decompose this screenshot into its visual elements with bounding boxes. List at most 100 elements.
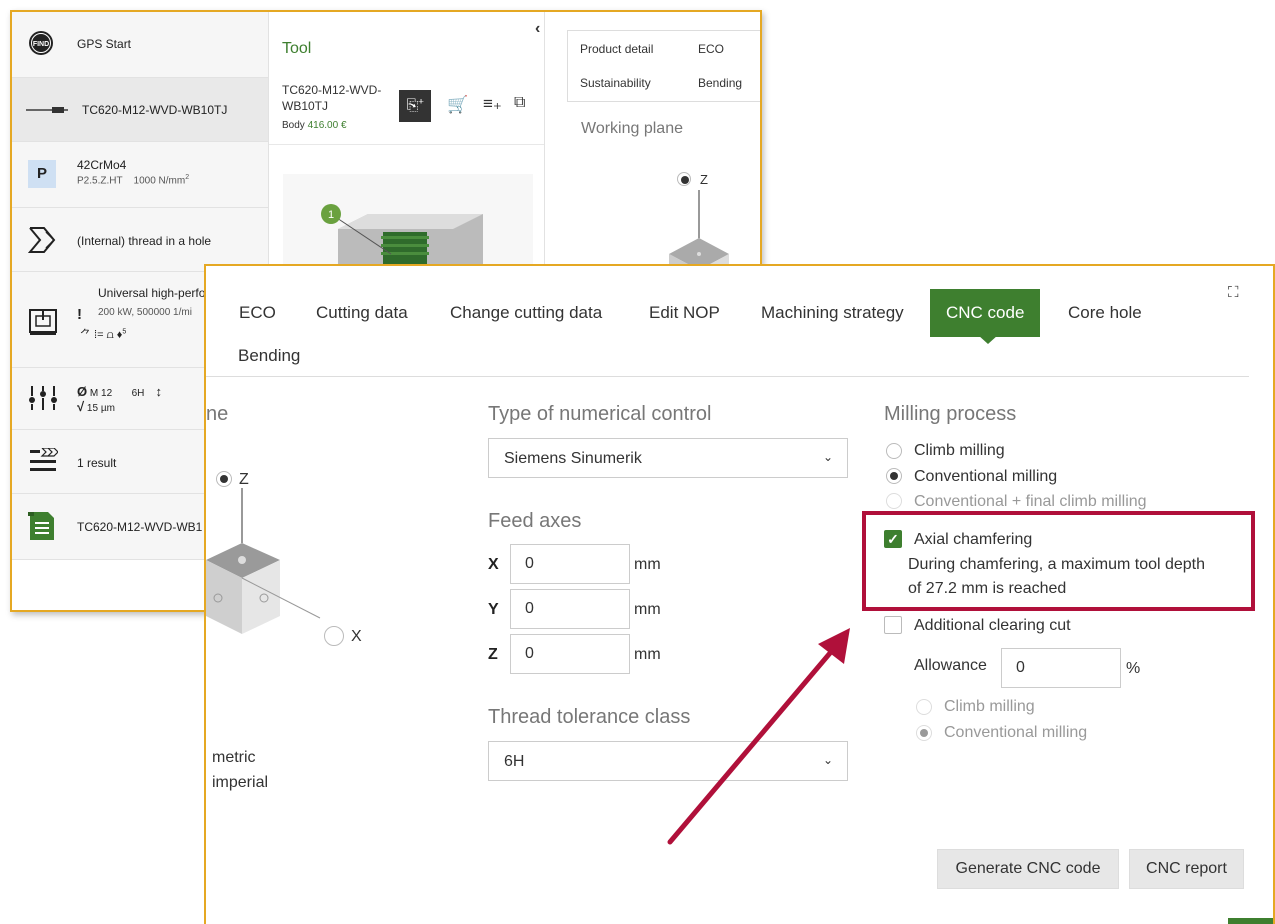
thread-tolerance-value: 6H <box>504 753 525 770</box>
roughness-icon: √ <box>77 399 85 414</box>
material-badge: P <box>28 160 56 188</box>
add-to-list-icon[interactable]: ≡₊ <box>483 94 502 114</box>
feed-y-unit: mm <box>634 601 661 618</box>
cnc-report-button[interactable]: CNC report <box>1129 849 1244 889</box>
tab-eco[interactable]: ECO <box>239 303 276 323</box>
machine-name: Universal high-perfo <box>98 286 206 300</box>
axis-x-label: X <box>351 628 362 645</box>
depth-arrow-icon: ↕ <box>155 384 163 399</box>
conventional-milling-radio[interactable] <box>886 468 902 484</box>
feed-z-unit: mm <box>634 646 661 663</box>
machine-feature-icons: ⺈ ⁞= ⩍ ♦5 <box>80 326 126 342</box>
highlight-box <box>862 511 1255 611</box>
working-plane-cube-illustration <box>206 488 321 634</box>
tool-name-line-1: TC620-M12-WVD- <box>282 83 382 97</box>
sub-climb-milling-label: Climb milling <box>944 698 1035 715</box>
working-plane-heading: Working plane <box>581 120 683 137</box>
thread-specs: Ø M 12 6H ↕ √ 15 µm <box>77 384 162 414</box>
machine-specs: 200 kW, 500000 1/mi <box>98 307 192 318</box>
tool-price: Body 416.00 € <box>282 120 347 131</box>
climb-milling-radio[interactable] <box>886 443 902 459</box>
material-code: P2.5.Z.HT <box>77 175 123 187</box>
tab-cnc-code[interactable]: CNC code <box>930 289 1041 337</box>
price-value: 416.00 € <box>307 120 347 131</box>
sidebar-item-material[interactable]: P 42CrMo4 P2.5.Z.HT 1000 N/mm2 <box>12 142 268 208</box>
sub-climb-milling-radio[interactable] <box>916 699 932 715</box>
sub-conventional-milling-radio[interactable] <box>916 725 932 741</box>
milling-process-heading: Milling process <box>884 403 1017 425</box>
machine-features-sup: 5 <box>122 328 127 336</box>
unit-metric-option[interactable]: metric <box>212 749 256 767</box>
feed-x-input[interactable]: 0 <box>510 544 630 584</box>
nc-type-select[interactable]: Siemens Sinumerik ⌄ <box>488 438 848 478</box>
add-tool-button[interactable]: ⎘⁺ <box>399 90 431 122</box>
tool-heading: Tool <box>282 40 312 57</box>
chevron-down-icon: ⌄ <box>822 450 833 464</box>
conventional-final-climb-label: Conventional + final climb milling <box>914 493 1147 510</box>
tab-change-cutting-data[interactable]: Change cutting data <box>450 303 602 323</box>
callout-marker: 1 <box>328 209 334 221</box>
material-name: 42CrMo4 <box>77 158 127 172</box>
tab-machining-strategy[interactable]: Machining strategy <box>761 303 904 323</box>
axis-z-label: Z <box>239 471 249 488</box>
sidebar-item-gps-start[interactable]: FIND GPS Start <box>12 12 268 78</box>
find-icon: FIND <box>29 31 53 55</box>
collapse-chevron-icon[interactable]: ‹ <box>535 20 540 38</box>
tab-product-detail[interactable]: Product detail <box>580 42 653 56</box>
material-spec: P2.5.Z.HT 1000 N/mm2 <box>77 174 189 186</box>
climb-milling-label: Climb milling <box>914 442 1005 459</box>
material-info: 42CrMo4 P2.5.Z.HT 1000 N/mm2 <box>77 158 189 186</box>
tool-add-icon: ⎘⁺ <box>406 97 424 114</box>
tab-edit-nop[interactable]: Edit NOP <box>649 303 720 323</box>
feed-z-input[interactable]: 0 <box>510 634 630 674</box>
add-to-cart-icon[interactable]: 🛒 <box>447 95 468 115</box>
svg-text:FIND: FIND <box>33 41 49 48</box>
tool-thumbnail-icon <box>26 107 68 113</box>
external-link-icon[interactable]: ⧉ <box>514 94 525 112</box>
conventional-milling-label: Conventional milling <box>914 468 1058 485</box>
clearing-cut-checkbox[interactable] <box>884 616 902 634</box>
conventional-final-climb-radio[interactable] <box>886 493 902 509</box>
sidebar-item-label: TC620-M12-WVD-WB1 <box>77 520 203 534</box>
feed-x-unit: mm <box>634 556 661 573</box>
fullscreen-icon[interactable]: ⛶ <box>1228 284 1239 301</box>
sidebar-item-label: (Internal) thread in a hole <box>77 234 212 248</box>
tab-bending[interactable]: Bending <box>698 76 742 90</box>
tab-divider <box>206 376 1249 377</box>
machine-icon <box>29 309 57 335</box>
thread-operation-icon <box>28 227 56 253</box>
tool-name: TC620-M12-WVD- WB10TJ <box>282 82 381 114</box>
highlight-arrow <box>667 628 850 845</box>
detail-tab-bar: Product detail ECO Sustainability Bendin… <box>567 30 760 102</box>
price-label: Body <box>282 120 305 131</box>
plane-z-radio[interactable] <box>677 172 691 186</box>
generate-cnc-code-button[interactable]: Generate CNC code <box>937 849 1119 889</box>
allowance-input[interactable]: 0 <box>1001 648 1121 688</box>
machine-features: ⺈ ⁞= ⩍ ♦ <box>80 329 123 341</box>
thread-roughness: 15 µm <box>86 403 115 414</box>
sidebar-item-operation[interactable]: (Internal) thread in a hole <box>12 208 268 272</box>
feed-z-label: Z <box>488 646 498 663</box>
feed-axes-heading: Feed axes <box>488 510 582 532</box>
sidebar-item-tool[interactable]: TC620-M12-WVD-WB10TJ <box>12 78 268 142</box>
nc-type-heading: Type of numerical control <box>488 403 712 425</box>
tab-cutting-data[interactable]: Cutting data <box>316 303 408 323</box>
material-strength: 1000 N/mm <box>133 175 186 187</box>
material-strength-sup: 2 <box>185 174 190 181</box>
tab-core-hole[interactable]: Core hole <box>1068 303 1142 323</box>
plane-x-radio[interactable] <box>324 626 344 646</box>
confirm-button-edge[interactable] <box>1228 918 1273 924</box>
tab-bending[interactable]: Bending <box>238 346 300 366</box>
active-tab-pointer <box>978 335 998 344</box>
sub-conventional-milling-label: Conventional milling <box>944 724 1088 741</box>
working-plane-heading-fragment: ne <box>206 403 229 425</box>
plane-z-radio[interactable] <box>216 471 232 487</box>
sidebar-item-label: GPS Start <box>77 37 132 51</box>
warning-icon: ! <box>77 306 82 323</box>
feed-y-label: Y <box>488 601 499 618</box>
tab-eco[interactable]: ECO <box>698 42 724 56</box>
allowance-label: Allowance <box>914 657 987 674</box>
unit-imperial-option[interactable]: imperial <box>212 774 268 792</box>
tab-sustainability[interactable]: Sustainability <box>580 76 651 90</box>
feed-y-input[interactable]: 0 <box>510 589 630 629</box>
